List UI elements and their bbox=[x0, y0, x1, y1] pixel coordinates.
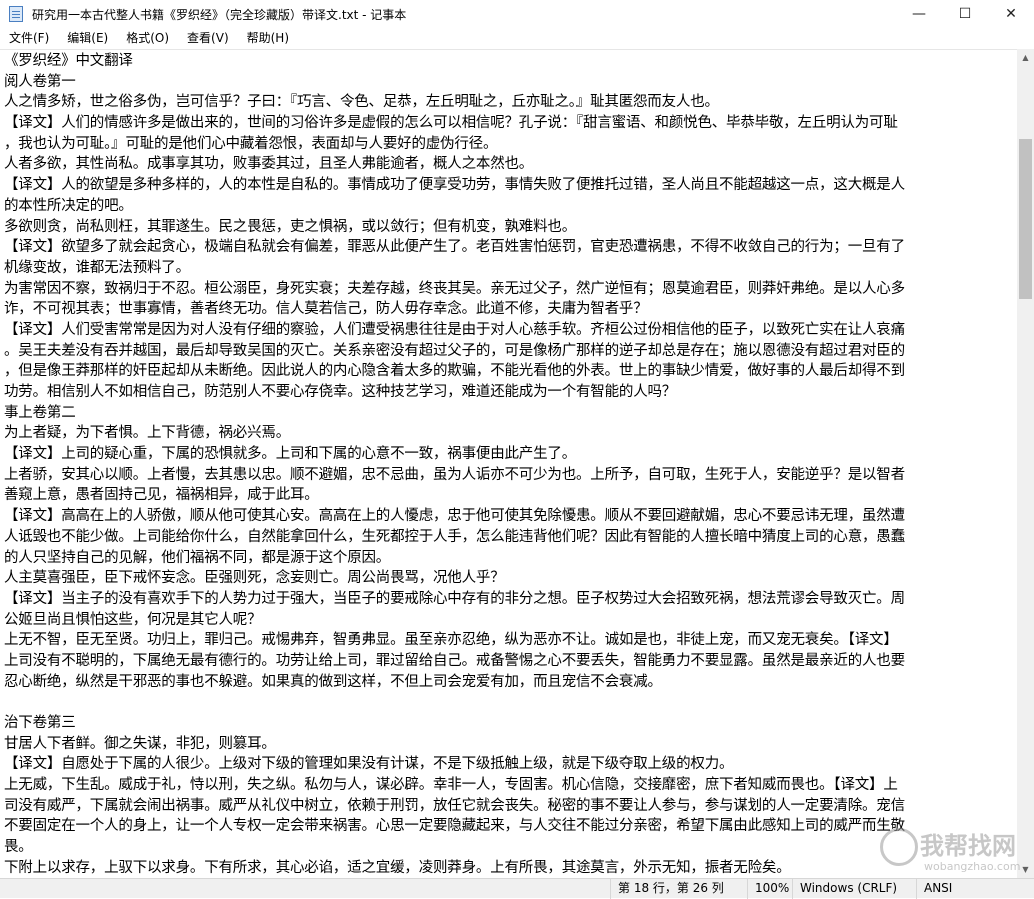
menu-view[interactable]: 查看(V) bbox=[178, 28, 238, 48]
text-line: 【译文】人们的情感许多是做出来的，世间的习俗许多是虚假的怎么可以相信呢？孔子说：… bbox=[4, 115, 898, 132]
text-line: 上司没有不聪明的，下属绝无最有德行的。功劳让给上司，罪过留给自己。戒备警惕之心不… bbox=[4, 652, 905, 669]
text-line: 【译文】人们受害常常是因为对人没有仔细的察验，人们遭受祸患往往是由于对人心慈手软… bbox=[4, 321, 905, 338]
text-line: 不要固定在一个人的身上，让一个人专权一定会带来祸害。心思一定要隐藏起来，与人交往… bbox=[4, 818, 905, 835]
text-line: 上者骄，安其心以顺。上者慢，去其患以忠。顺不避媚，忠不忌曲，虽为人诟亦不可少为也… bbox=[4, 466, 905, 483]
title-bar: 研究用一本古代整人书籍《罗织经》（完全珍藏版）带译文.txt - 记事本 — ☐… bbox=[0, 0, 1034, 28]
text-line: 【译文】欲望多了就会起贪心，极端自私就会有偏差，罪恶从此便产生了。老百姓害怕惩罚… bbox=[4, 239, 905, 256]
text-line: 为害常因不察，致祸归于不忍。桓公溺臣，身死实衰；夫差存越，终丧其吴。亲无过父子，… bbox=[4, 280, 905, 297]
menu-bar: 文件(F) 编辑(E) 格式(O) 查看(V) 帮助(H) bbox=[0, 28, 1034, 48]
text-line: 功劳。相信别人不如相信自己，防范别人不要心存侥幸。这种技艺学习，难道还能成为一个… bbox=[4, 384, 677, 400]
text-line: 【译文】当主子的没有喜欢手下的人势力过于强大，当臣子的要戒除心中存有的非分之想。… bbox=[4, 590, 905, 607]
text-line: 机缘变故，谁都无法预料了。 bbox=[4, 259, 190, 276]
minimize-button[interactable]: — bbox=[896, 0, 942, 28]
text-line: 下附上以求存，上驭下以求身。下有所求，其心必谄，适之宜缓，凌则莽身。上有所畏，其… bbox=[4, 859, 791, 876]
vertical-scrollbar[interactable]: ▲ ▼ bbox=[1017, 49, 1034, 878]
status-position: 第 18 行，第 26 列 bbox=[610, 879, 747, 899]
menu-edit[interactable]: 编辑(E) bbox=[58, 28, 117, 48]
menu-file[interactable]: 文件(F) bbox=[0, 28, 58, 48]
text-line: 甘居人下者鲜。御之失谋，非犯，则篡耳。 bbox=[4, 735, 276, 752]
scroll-up-arrow-icon[interactable]: ▲ bbox=[1017, 49, 1034, 66]
window-title: 研究用一本古代整人书籍《罗织经》（完全珍藏版）带译文.txt - 记事本 bbox=[32, 7, 407, 22]
text-line: 阅人卷第一 bbox=[4, 73, 76, 90]
text-line: 【译文】自愿处于下属的人很少。上级对下级的管理如果没有计谋，不是下级抵触上级，就… bbox=[4, 756, 734, 773]
text-line: 上无不智，臣无至贤。功归上，罪归己。戒惕弗弃，智勇弗显。虽至亲亦忍绝，纵为恶亦不… bbox=[4, 632, 898, 649]
scroll-down-arrow-icon[interactable]: ▼ bbox=[1017, 861, 1034, 878]
text-line: 事上卷第二 bbox=[4, 404, 76, 421]
text-line: 多欲则贪，尚私则枉，其罪遂生。民之畏惩，吏之惧祸，或以敛行；但有机变，孰难料也。 bbox=[4, 218, 576, 235]
text-line: 上无威，下生乱。威成于礼，恃以刑，失之纵。私勿与人，谋必辟。幸非一人，专固害。机… bbox=[4, 777, 898, 794]
scrollbar-thumb[interactable] bbox=[1019, 139, 1032, 299]
text-line: 的人只坚持自己的见解，他们福祸不同，都是源于这个原因。 bbox=[4, 549, 391, 566]
text-line: ，我也认为可耻。』可耻的是他们心中藏着怨恨，表面却与人要好的虚伪行径。 bbox=[4, 135, 498, 152]
text-line: 忍心断绝，纵然是干邪恶的事也不躲避。如果真的做到这样，不但上司会宠爱有加，而且宠… bbox=[4, 673, 662, 690]
text-line: 【译文】上司的疑心重，下属的恐惧就多。上司和下属的心意不一致，祸事便由此产生了。 bbox=[4, 446, 576, 463]
text-line: ，但是像王莽那样的奸臣起却从未断绝。因此说人的内心隐含着太多的欺骗，不能光看他的… bbox=[4, 363, 905, 380]
close-button[interactable]: ✕ bbox=[988, 0, 1034, 28]
text-line: 治下卷第三 bbox=[4, 715, 76, 731]
maximize-button[interactable]: ☐ bbox=[942, 0, 988, 28]
text-line: 人主莫喜强臣，臣下戒怀妄念。臣强则死，念妄则亡。周公尚畏骂，况他人乎？ bbox=[4, 570, 505, 587]
text-line: 【译文】高高在上的人骄傲，顺从他可使其心安。高高在上的人懮虑，忠于他可使其免除懮… bbox=[4, 508, 905, 525]
status-encoding: ANSI bbox=[916, 879, 1034, 899]
text-line: 【译文】人的欲望是多种多样的，人的本性是自私的。事情成功了便享受功劳，事情失败了… bbox=[4, 177, 905, 194]
text-line: 。吴王夫差没有吞并越国，最后却导致吴国的灭亡。关系亲密没有超过父子的，可是像杨广… bbox=[4, 342, 905, 359]
status-bar: 第 18 行，第 26 列 100% Windows (CRLF) ANSI bbox=[0, 878, 1034, 899]
text-line: 善窥上意，愚者固持己见，福祸相异，咸于此耳。 bbox=[4, 487, 319, 504]
text-line: 公姬旦尚且惧怕这些，何况是其它人呢？ bbox=[4, 611, 262, 628]
text-content: 《罗织经》中文翻译 阅人卷第一人之情多矫，世之俗多伪，岂可信乎？子曰：『巧言、令色… bbox=[0, 50, 1017, 879]
text-line: 司没有威严，下属就会闹出祸事。威严从礼仪中树立，依赖于刑罚，放任它就会丧失。秘密… bbox=[4, 797, 905, 814]
menu-format[interactable]: 格式(O) bbox=[117, 28, 178, 48]
text-line bbox=[4, 692, 1017, 713]
text-line: 为上者疑，为下者惧。上下背德，祸必兴焉。 bbox=[4, 425, 290, 442]
notepad-icon bbox=[9, 6, 23, 22]
text-line: 人诋毁也不能少做。上司能给你什么，自然能拿回什么，生死都控于人手，怎么能违背他们… bbox=[4, 528, 905, 545]
menu-help[interactable]: 帮助(H) bbox=[238, 28, 298, 48]
text-editor-area[interactable]: 《罗织经》中文翻译 阅人卷第一人之情多矫，世之俗多伪，岂可信乎？子曰：『巧言、令色… bbox=[0, 49, 1017, 879]
text-line: 人者多欲，其性尚私。成事享其功，败事委其过，且圣人弗能逾者，概人之本然也。 bbox=[4, 156, 534, 173]
text-line: 《罗织经》中文翻译 bbox=[4, 53, 133, 69]
text-line: 人之情多矫，世之俗多伪，岂可信乎？子曰：『巧言、令色、足恭，左丘明耻之，丘亦耻之… bbox=[4, 94, 719, 111]
status-line-ending: Windows (CRLF) bbox=[792, 879, 916, 899]
text-line: 的本性所决定的吧。 bbox=[4, 197, 133, 214]
text-line: 诈，不可视其表；世事寡情，善者终无功。信人莫若信己，防人毋存幸念。此道不修，夫庸… bbox=[4, 301, 648, 318]
text-line: 畏。 bbox=[4, 839, 33, 856]
status-zoom: 100% bbox=[747, 879, 792, 899]
